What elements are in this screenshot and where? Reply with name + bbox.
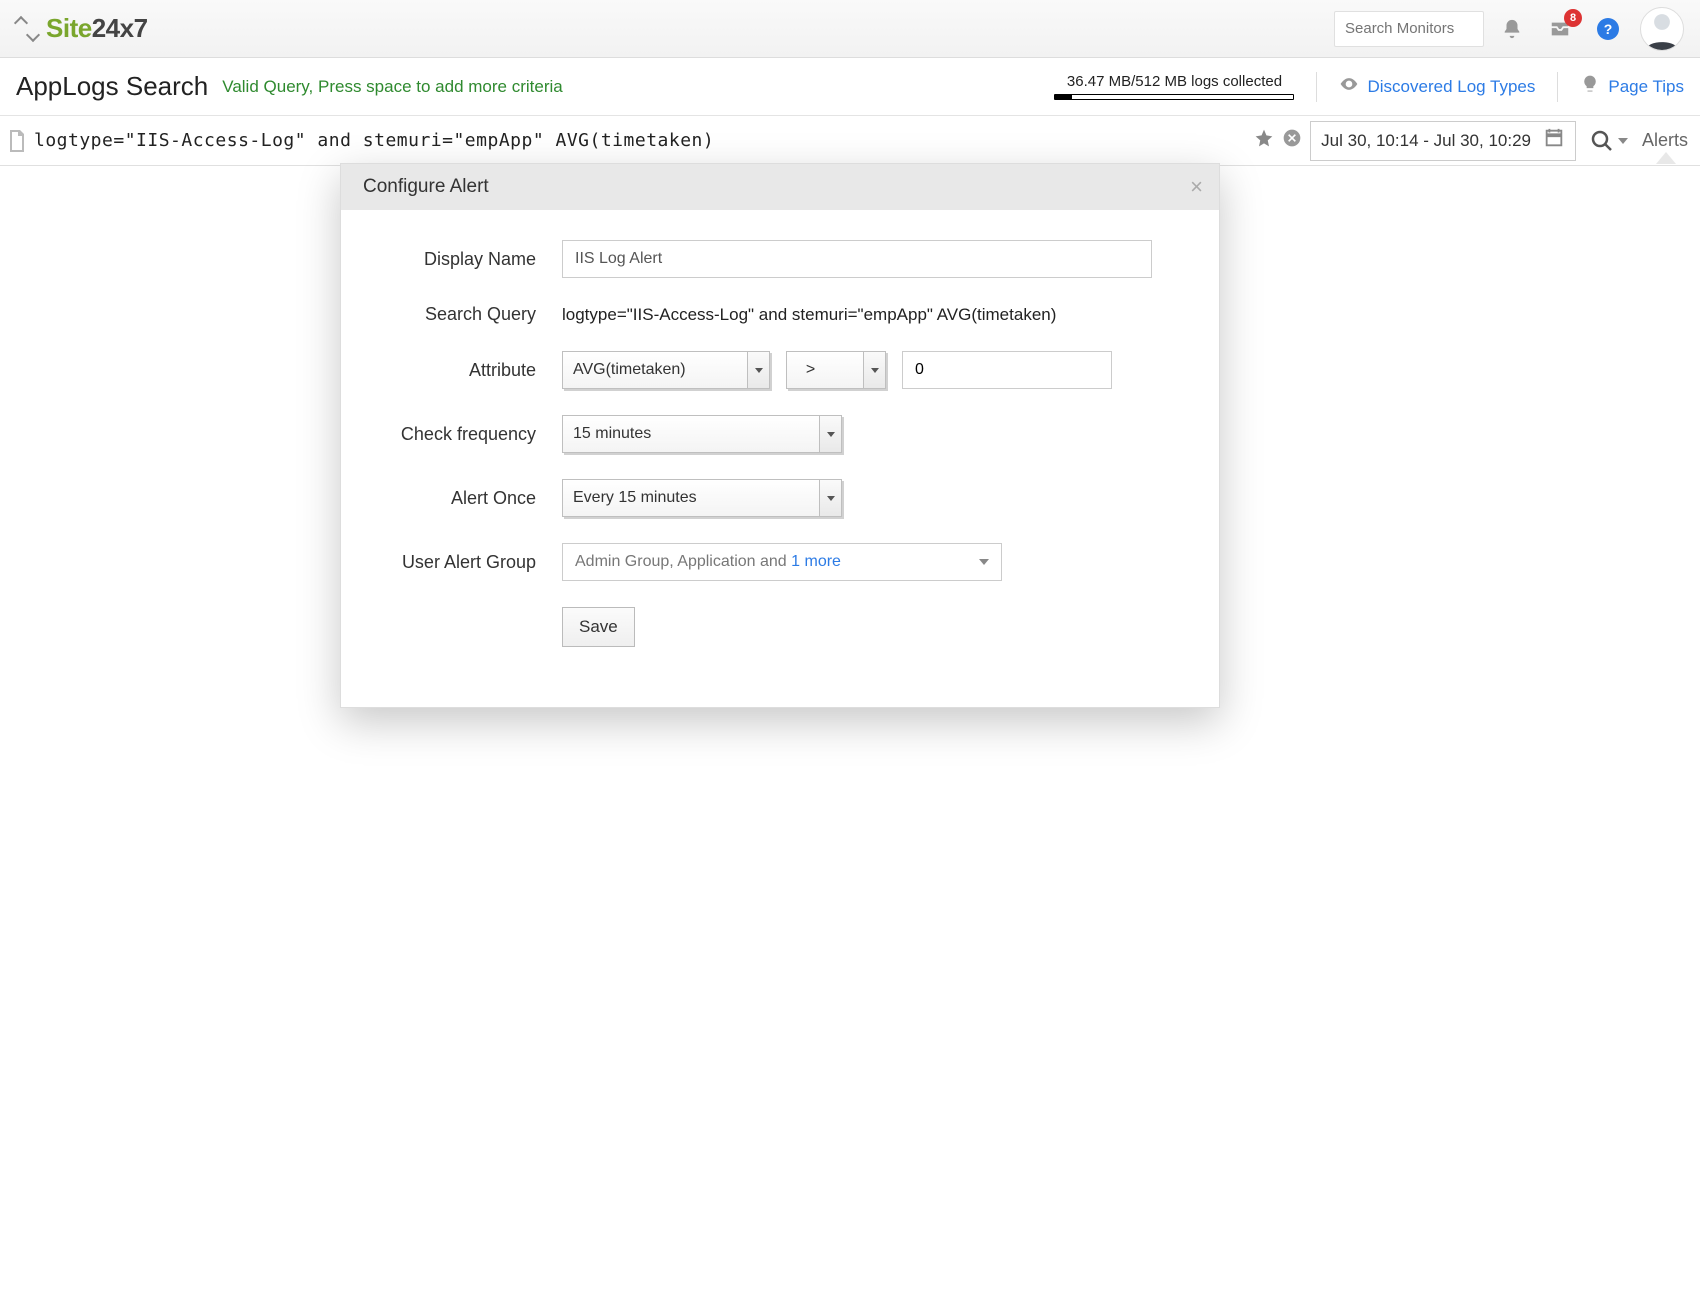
collapse-icon[interactable]	[16, 18, 38, 40]
close-icon[interactable]: ×	[1190, 174, 1203, 200]
date-range-text: Jul 30, 10:14 - Jul 30, 10:29	[1321, 131, 1531, 151]
query-row: logtype="IIS-Access-Log" and stemuri="em…	[0, 116, 1700, 166]
label-user-alert-group: User Alert Group	[367, 552, 562, 573]
alerts-link[interactable]: Alerts	[1642, 130, 1688, 151]
avatar[interactable]	[1640, 7, 1684, 51]
label-display-name: Display Name	[367, 249, 562, 270]
document-icon	[8, 130, 26, 152]
calendar-icon	[1543, 127, 1565, 154]
modal-title: Configure Alert	[363, 176, 489, 198]
sub-header: AppLogs Search Valid Query, Press space …	[0, 58, 1700, 116]
threshold-input[interactable]	[902, 351, 1112, 389]
chevron-down-icon	[1618, 138, 1628, 144]
check-frequency-select[interactable]: 15 minutes	[562, 415, 842, 453]
discovered-log-types-link[interactable]: Discovered Log Types	[1339, 74, 1535, 99]
inbox-icon[interactable]: 8	[1540, 9, 1580, 49]
logs-collected: 36.47 MB/512 MB logs collected	[1054, 73, 1294, 100]
bell-icon[interactable]	[1492, 9, 1532, 49]
star-icon[interactable]	[1254, 128, 1274, 153]
comparator-select[interactable]: >	[786, 351, 886, 389]
configure-alert-modal: Configure Alert × Display Name Search Qu…	[340, 163, 1220, 708]
alert-once-select[interactable]: Every 15 minutes	[562, 479, 842, 517]
top-bar: Site24x7 8 ?	[0, 0, 1700, 58]
more-groups-link[interactable]: 1 more	[791, 553, 841, 571]
label-attribute: Attribute	[367, 360, 562, 381]
help-icon[interactable]: ?	[1588, 9, 1628, 49]
logs-progress	[1054, 94, 1294, 100]
label-alert-once: Alert Once	[367, 488, 562, 509]
logo-text: Site24x7	[46, 13, 148, 44]
notification-badge: 8	[1564, 9, 1582, 27]
page-tips-link[interactable]: Page Tips	[1580, 74, 1684, 99]
label-search-query: Search Query	[367, 304, 562, 325]
query-valid-hint: Valid Query, Press space to add more cri…	[222, 77, 562, 97]
user-alert-group-select[interactable]: Admin Group, Application and 1 more	[562, 543, 1002, 581]
date-range-picker[interactable]: Jul 30, 10:14 - Jul 30, 10:29	[1310, 121, 1576, 161]
clear-icon[interactable]	[1282, 128, 1302, 153]
search-dropdown[interactable]	[1590, 129, 1628, 153]
query-input[interactable]: logtype="IIS-Access-Log" and stemuri="em…	[34, 130, 1246, 151]
logs-collected-text: 36.47 MB/512 MB logs collected	[1067, 73, 1282, 90]
attribute-select[interactable]: AVG(timetaken)	[562, 351, 770, 389]
modal-header: Configure Alert ×	[341, 164, 1219, 210]
chevron-down-icon	[979, 559, 989, 565]
popover-arrow	[1656, 152, 1676, 164]
logo[interactable]: Site24x7	[16, 13, 148, 44]
bulb-icon	[1580, 74, 1600, 99]
search-monitors-input[interactable]	[1334, 11, 1484, 47]
eye-icon	[1339, 74, 1359, 99]
display-name-input[interactable]	[562, 240, 1152, 278]
search-query-text: logtype="IIS-Access-Log" and stemuri="em…	[562, 305, 1056, 325]
label-check-frequency: Check frequency	[367, 424, 562, 445]
page-title: AppLogs Search	[16, 71, 208, 102]
save-button[interactable]: Save	[562, 607, 635, 647]
